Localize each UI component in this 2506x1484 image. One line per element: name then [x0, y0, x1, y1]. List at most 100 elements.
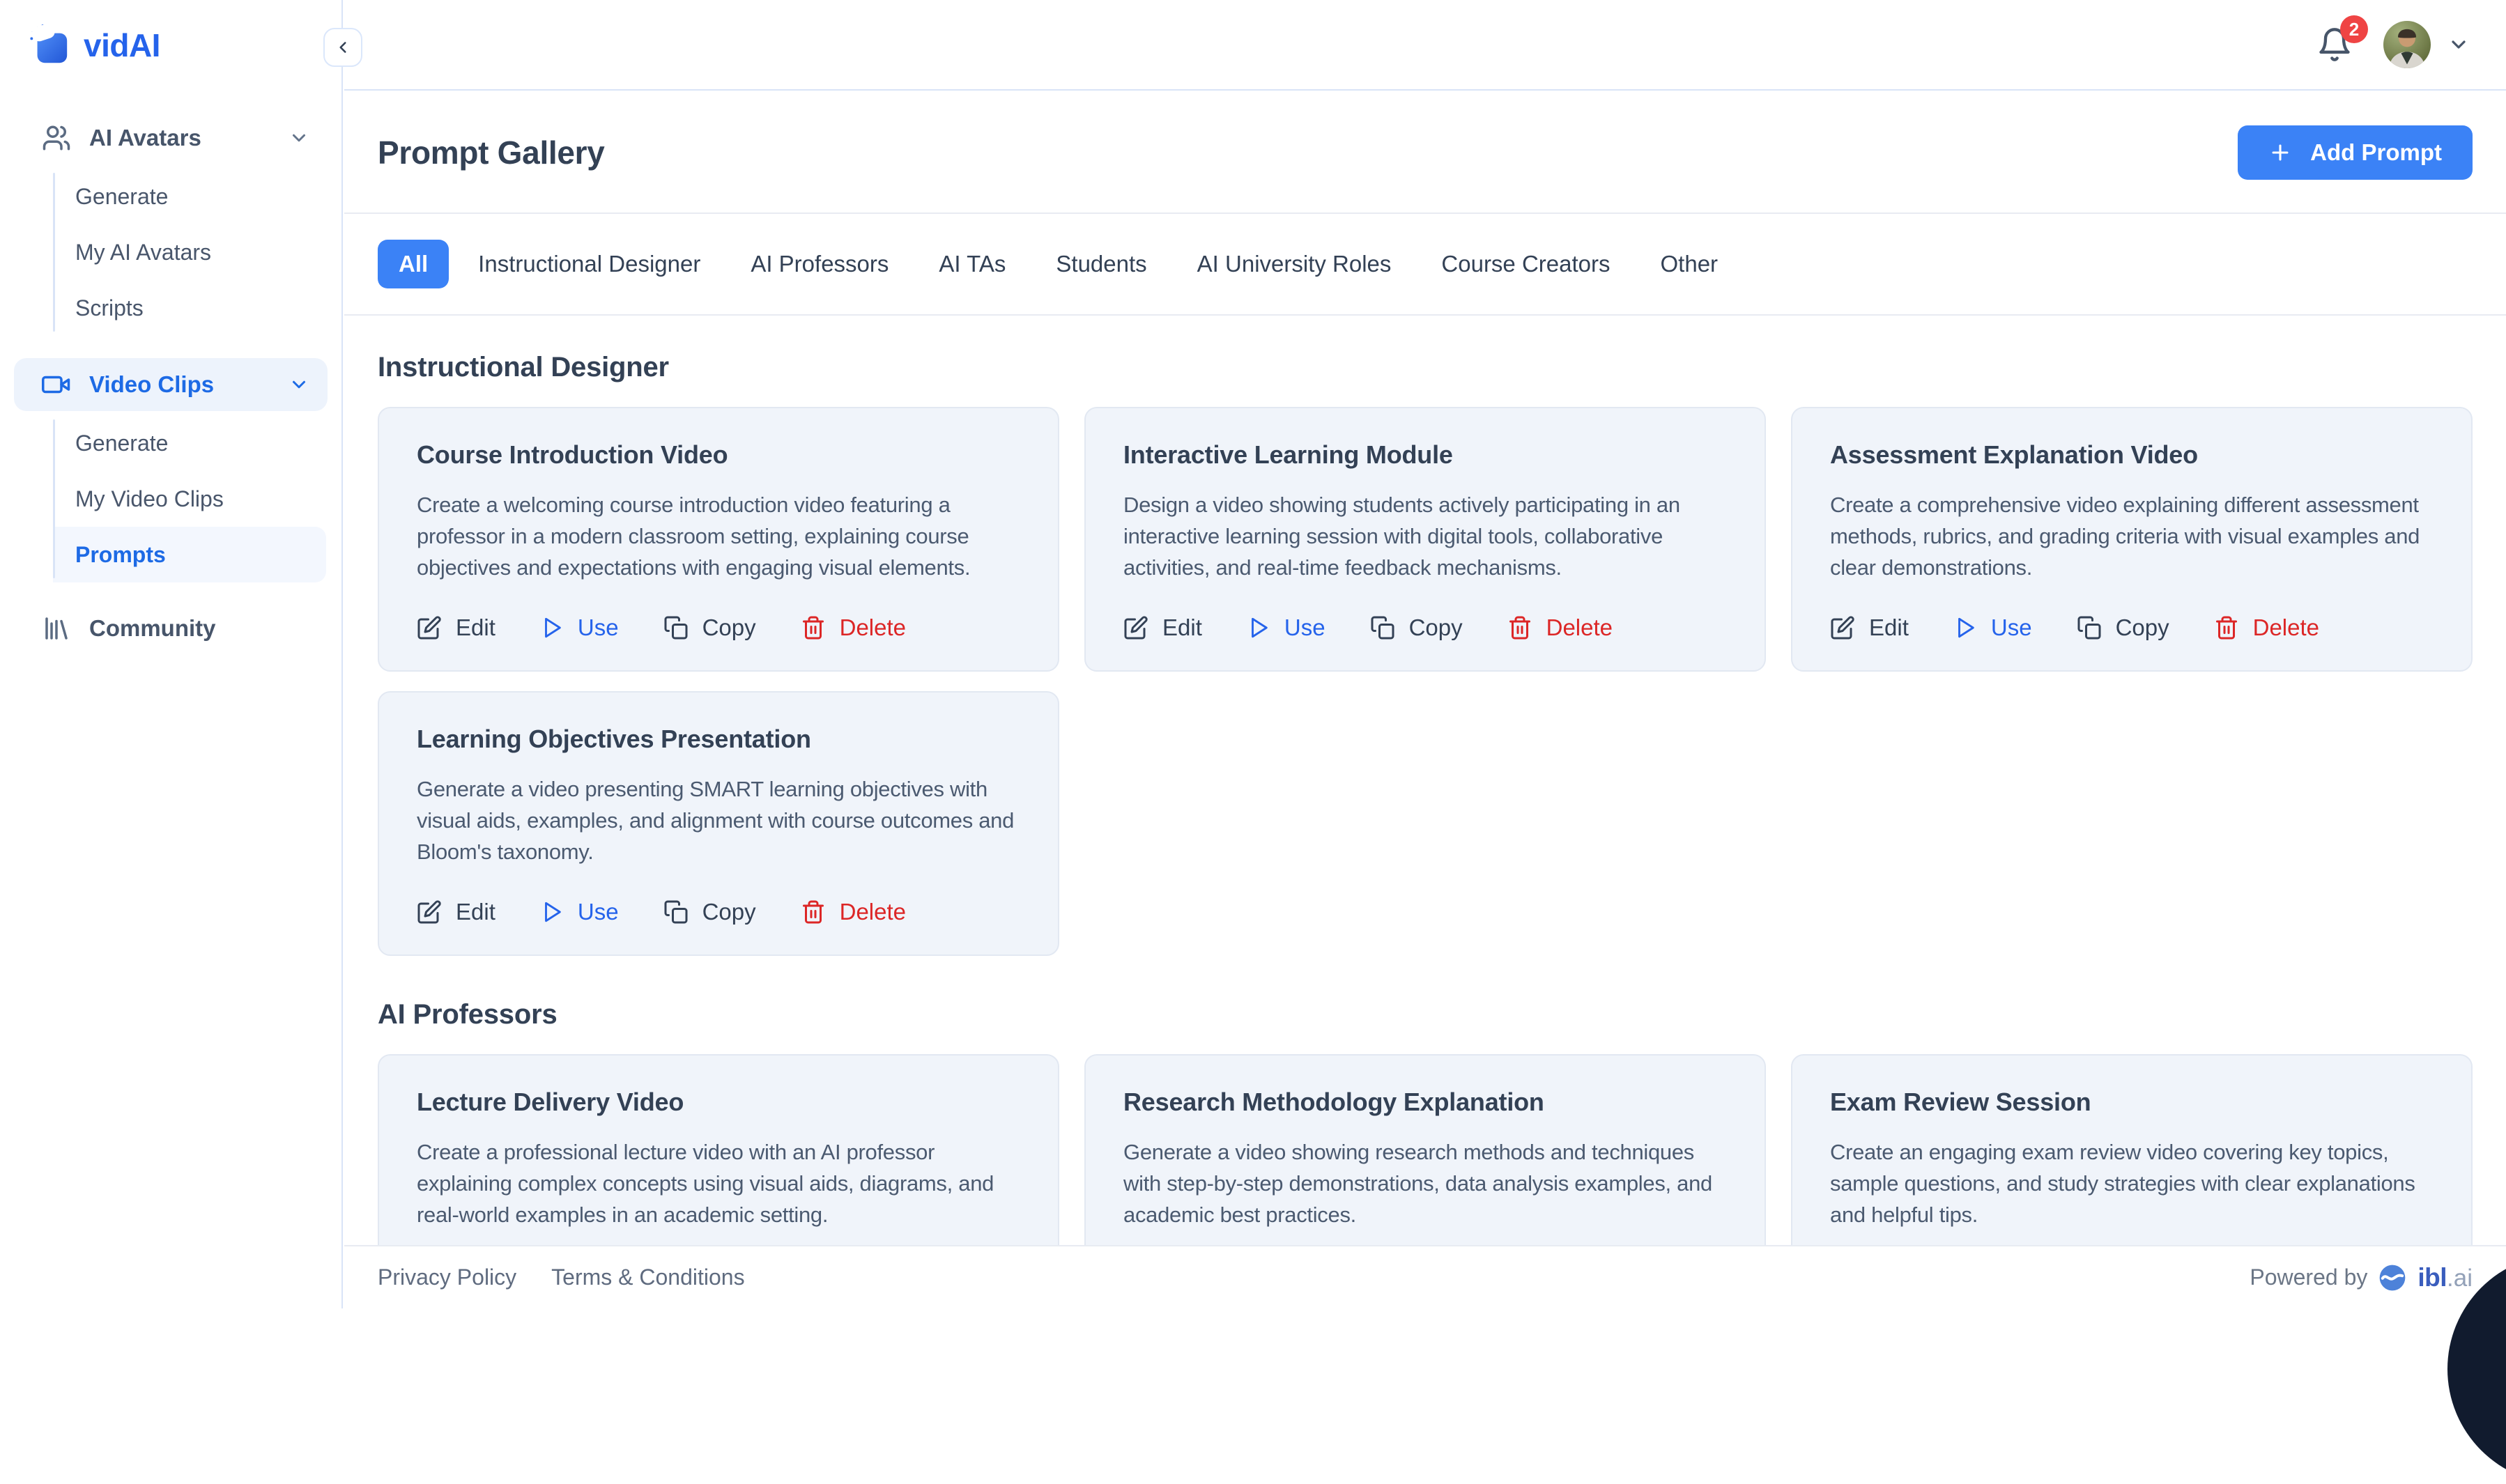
- play-icon: [1953, 616, 1977, 640]
- tab-other[interactable]: Other: [1640, 240, 1739, 288]
- prompt-card-actions: Edit Use Copy Delete: [417, 615, 1020, 641]
- users-icon: [42, 123, 71, 153]
- sidebar-item-generate-clips[interactable]: Generate: [53, 415, 326, 471]
- tab-all[interactable]: All: [378, 240, 449, 288]
- sidebar-collapse-button[interactable]: [323, 28, 362, 67]
- edit-button[interactable]: Edit: [417, 899, 495, 925]
- action-label: Edit: [1869, 615, 1909, 641]
- tab-ai-tas[interactable]: AI TAs: [918, 240, 1027, 288]
- tab-instructional-designer[interactable]: Instructional Designer: [457, 240, 721, 288]
- use-button[interactable]: Use: [540, 615, 619, 641]
- sidebar-item-ai-avatars[interactable]: AI Avatars: [14, 111, 328, 164]
- edit-icon: [417, 899, 442, 925]
- action-label: Copy: [702, 899, 756, 925]
- prompt-card: Lecture Delivery Video Create a professi…: [378, 1054, 1059, 1245]
- section-heading-instructional-designer: Instructional Designer: [378, 352, 2473, 383]
- prompt-card-description: Create an engaging exam review video cov…: [1830, 1136, 2434, 1230]
- tab-students[interactable]: Students: [1035, 240, 1167, 288]
- tab-ai-university-roles[interactable]: AI University Roles: [1176, 240, 1413, 288]
- copy-icon: [663, 899, 689, 925]
- prompt-card-description: Generate a video showing research method…: [1123, 1136, 1727, 1230]
- chevron-left-icon: [334, 38, 352, 56]
- action-label: Use: [578, 899, 619, 925]
- sidebar-item-prompts[interactable]: Prompts: [53, 527, 326, 582]
- delete-button[interactable]: Delete: [1507, 615, 1613, 641]
- powered-by: Powered by ibl .ai: [2250, 1263, 2473, 1292]
- privacy-policy-link[interactable]: Privacy Policy: [378, 1265, 516, 1290]
- prompt-card: Interactive Learning Module Design a vid…: [1084, 407, 1766, 672]
- action-label: Delete: [840, 899, 906, 925]
- footer-links: Privacy Policy Terms & Conditions: [378, 1265, 745, 1290]
- action-label: Use: [1991, 615, 2032, 641]
- action-label: Delete: [840, 615, 906, 641]
- action-label: Edit: [456, 615, 495, 641]
- tab-course-creators[interactable]: Course Creators: [1420, 240, 1631, 288]
- copy-button[interactable]: Copy: [2077, 615, 2169, 641]
- chevron-down-icon: [2447, 33, 2470, 56]
- brand-logo[interactable]: vidAI: [0, 0, 341, 91]
- sidebar-item-community[interactable]: Community: [14, 602, 328, 655]
- use-button[interactable]: Use: [540, 899, 619, 925]
- prompt-card-title: Lecture Delivery Video: [417, 1088, 1020, 1117]
- video-camera-icon: [42, 370, 71, 399]
- trash-icon: [801, 899, 826, 925]
- delete-button[interactable]: Delete: [801, 615, 906, 641]
- prompt-card-actions: Edit Use Copy Delete: [417, 899, 1020, 925]
- play-icon: [540, 616, 564, 640]
- topbar: 2: [344, 0, 2506, 91]
- plus-icon: [2268, 141, 2292, 164]
- prompt-card-title: Course Introduction Video: [417, 440, 1020, 470]
- play-icon: [1247, 616, 1270, 640]
- trash-icon: [801, 615, 826, 640]
- prompt-card-title: Assessment Explanation Video: [1830, 440, 2434, 470]
- sidebar-item-video-clips[interactable]: Video Clips: [14, 358, 328, 411]
- prompt-card: Course Introduction Video Create a welco…: [378, 407, 1059, 672]
- copy-button[interactable]: Copy: [663, 899, 756, 925]
- prompt-card-description: Generate a video presenting SMART learni…: [417, 773, 1020, 867]
- trash-icon: [1507, 615, 1532, 640]
- ibl-wordmark[interactable]: ibl .ai: [2417, 1263, 2473, 1292]
- prompt-card-actions: Edit Use Copy Delete: [1123, 615, 1727, 641]
- prompt-card: Exam Review Session Create an engaging e…: [1791, 1054, 2473, 1245]
- sidebar-item-scripts[interactable]: Scripts: [53, 280, 326, 336]
- tab-ai-professors[interactable]: AI Professors: [730, 240, 909, 288]
- prompt-gallery-body: Instructional Designer Course Introducti…: [344, 316, 2506, 1245]
- add-prompt-button[interactable]: Add Prompt: [2238, 125, 2473, 180]
- sidebar-item-generate-avatars[interactable]: Generate: [53, 169, 326, 224]
- sidebar: vidAI AI Avatars Generate My AI Avatars …: [0, 0, 343, 1308]
- use-button[interactable]: Use: [1247, 615, 1325, 641]
- edit-icon: [417, 615, 442, 640]
- copy-button[interactable]: Copy: [663, 615, 756, 641]
- ibl-logo-icon: [2378, 1264, 2406, 1292]
- copy-icon: [663, 615, 689, 640]
- edit-icon: [1123, 615, 1148, 640]
- delete-button[interactable]: Delete: [2214, 615, 2319, 641]
- sidebar-item-my-video-clips[interactable]: My Video Clips: [53, 471, 326, 527]
- edit-button[interactable]: Edit: [1123, 615, 1202, 641]
- chevron-down-icon: [289, 127, 309, 148]
- edit-button[interactable]: Edit: [1830, 615, 1909, 641]
- copy-button[interactable]: Copy: [1370, 615, 1463, 641]
- prompt-card: Learning Objectives Presentation Generat…: [378, 691, 1059, 956]
- sidebar-item-my-ai-avatars[interactable]: My AI Avatars: [53, 224, 326, 280]
- use-button[interactable]: Use: [1953, 615, 2032, 641]
- prompt-card-title: Exam Review Session: [1830, 1088, 2434, 1117]
- prompt-card-title: Learning Objectives Presentation: [417, 725, 1020, 754]
- footer: Privacy Policy Terms & Conditions Powere…: [344, 1245, 2506, 1308]
- edit-button[interactable]: Edit: [417, 615, 495, 641]
- video-clips-sublist: Generate My Video Clips Prompts: [53, 415, 326, 582]
- sidebar-item-label: Prompts: [75, 542, 166, 568]
- play-icon: [540, 900, 564, 924]
- ai-avatars-sublist: Generate My AI Avatars Scripts: [53, 169, 326, 336]
- terms-conditions-link[interactable]: Terms & Conditions: [551, 1265, 744, 1290]
- sidebar-item-label: Generate: [75, 431, 168, 456]
- user-menu[interactable]: [2383, 21, 2470, 68]
- notifications-button[interactable]: 2: [2316, 26, 2353, 63]
- prompt-card: Assessment Explanation Video Create a co…: [1791, 407, 2473, 672]
- sidebar-item-label: Scripts: [75, 295, 144, 321]
- sidebar-item-label: Video Clips: [89, 371, 214, 398]
- avatar: [2383, 21, 2431, 68]
- prompt-card-title: Interactive Learning Module: [1123, 440, 1727, 470]
- add-prompt-label: Add Prompt: [2310, 139, 2442, 166]
- delete-button[interactable]: Delete: [801, 899, 906, 925]
